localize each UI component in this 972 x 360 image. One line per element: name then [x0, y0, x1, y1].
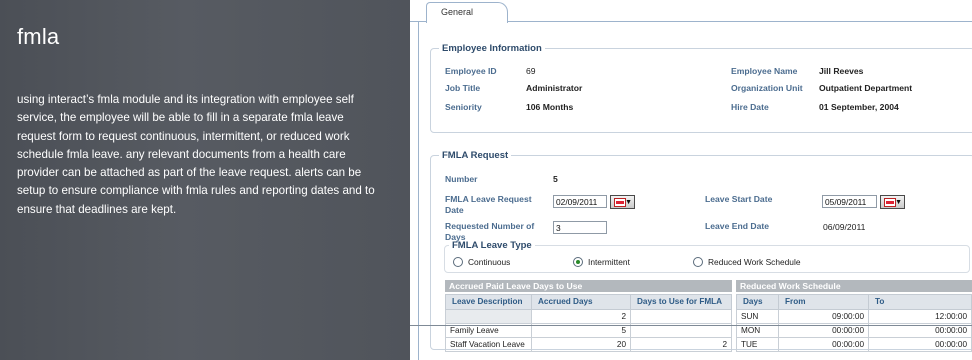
organization-unit-value: Outpatient Department	[819, 83, 913, 93]
hire-date-label: Hire Date	[731, 102, 769, 112]
day-cell: SUN	[736, 308, 779, 324]
radio-intermittent[interactable]: Intermittent	[573, 257, 630, 267]
job-title-value: Administrator	[526, 83, 583, 93]
accrued-days-cell: 2	[531, 308, 631, 324]
fmla-request-legend: FMLA Request	[442, 150, 509, 161]
promo-description: using interact’s fmla module and its int…	[17, 93, 375, 216]
reduced-schedule-table: Days From To SUN 09:00:00 12:00:00 MON 0…	[736, 294, 972, 352]
leave-start-calendar-button[interactable]: ▼	[880, 195, 905, 209]
to-time-cell[interactable]: 00:00:00	[868, 336, 972, 352]
table-row: 2	[445, 308, 732, 324]
leave-start-date-input[interactable]	[822, 195, 877, 208]
request-date-calendar-button[interactable]: ▼	[610, 195, 635, 209]
promo-panel: fmla using interact’s fmla module and it…	[0, 0, 410, 360]
number-value: 5	[553, 174, 558, 184]
fmla-leave-type-legend: FMLA Leave Type	[452, 240, 532, 251]
accrued-leave-table: Leave Description Accrued Days Days to U…	[445, 294, 732, 352]
column-from[interactable]: From	[778, 294, 869, 310]
seniority-label: Seniority	[445, 102, 482, 112]
fmla-form-window: General Employee Information Employee ID…	[410, 0, 972, 360]
employee-id-label: Employee ID	[445, 66, 497, 76]
day-cell: TUE	[736, 336, 779, 352]
number-label: Number	[445, 174, 478, 184]
table-row: SUN 09:00:00 12:00:00	[736, 308, 972, 324]
accrued-days-cell: 20	[531, 336, 631, 352]
seniority-value: 106 Months	[526, 102, 574, 112]
reduced-schedule-header: Reduced Work Schedule	[736, 280, 972, 292]
leave-description-cell	[445, 308, 532, 324]
column-days[interactable]: Days	[736, 294, 779, 310]
leave-end-date-value: 06/09/2011	[823, 222, 866, 232]
radio-selected-icon	[573, 257, 583, 267]
fmla-request-date-label: FMLA Leave Request Date	[445, 194, 532, 215]
radio-icon	[453, 257, 463, 267]
radio-intermittent-label: Intermittent	[588, 257, 630, 267]
leave-description-cell: Staff Vacation Leave	[445, 336, 532, 352]
column-to[interactable]: To	[868, 294, 972, 310]
column-accrued-days[interactable]: Accrued Days	[531, 294, 631, 310]
days-to-use-cell[interactable]: 2	[630, 336, 732, 352]
tab-strip: General	[410, 0, 972, 23]
dropdown-arrow-icon: ▼	[625, 199, 632, 206]
hire-date-value: 01 September, 2004	[819, 102, 899, 112]
employee-name-label: Employee Name	[731, 66, 798, 76]
accrued-leave-header: Accrued Paid Leave Days to Use	[445, 280, 732, 292]
tab-general[interactable]: General	[426, 2, 508, 23]
requested-days-label: Requested Number of Days	[445, 221, 535, 242]
table-row: TUE 00:00:00 00:00:00	[736, 336, 972, 352]
employee-id-value: 69	[526, 66, 536, 76]
job-title-label: Job Title	[445, 83, 481, 93]
employee-name-value: Jill Reeves	[819, 66, 864, 76]
from-time-cell[interactable]: 00:00:00	[778, 336, 869, 352]
radio-reduced-label: Reduced Work Schedule	[708, 257, 801, 267]
radio-continuous-label: Continuous	[468, 257, 511, 267]
leave-start-date-label: Leave Start Date	[705, 194, 773, 204]
radio-reduced-work-schedule[interactable]: Reduced Work Schedule	[693, 257, 801, 267]
dropdown-arrow-icon: ▼	[895, 199, 902, 206]
table-row: Staff Vacation Leave 20 2	[445, 336, 732, 352]
radio-icon	[693, 257, 703, 267]
to-time-cell[interactable]: 12:00:00	[868, 308, 972, 324]
column-leave-description[interactable]: Leave Description	[445, 294, 532, 310]
requested-days-input[interactable]	[553, 221, 607, 234]
employee-information-legend: Employee Information	[442, 43, 542, 54]
radio-continuous[interactable]: Continuous	[453, 257, 510, 267]
fmla-request-date-input[interactable]	[553, 195, 607, 208]
from-time-cell[interactable]: 09:00:00	[778, 308, 869, 324]
organization-unit-label: Organization Unit	[731, 83, 803, 93]
divider-line	[410, 325, 972, 326]
days-to-use-cell[interactable]	[630, 308, 732, 324]
promo-title: fmla	[17, 24, 60, 49]
column-days-to-use[interactable]: Days to Use for FMLA	[630, 294, 732, 310]
leave-end-date-label: Leave End Date	[705, 221, 769, 231]
